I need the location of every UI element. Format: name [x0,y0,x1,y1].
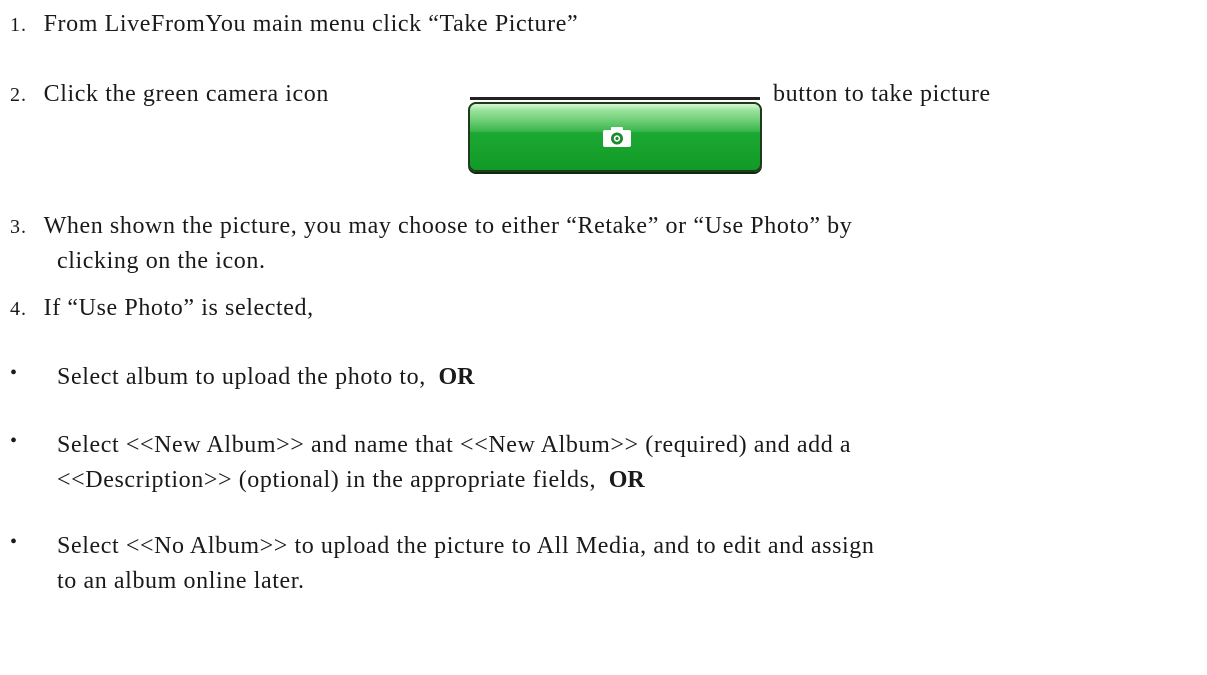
step-text-after: button to take picture [773,81,991,107]
step-3-cont: clicking on the icon. [57,246,266,276]
bullet-mark: • [10,531,18,553]
step-text: If “Use Photo” is selected, [43,295,314,321]
bullet-text-main: Select <<New Album>> and name that <<New… [57,432,852,458]
step-number: 2. [10,84,27,106]
bullet-text-line2: <<Description>> (optional) in the approp… [57,462,645,498]
bullet-mark: • [10,430,18,452]
bullet-mark: • [10,362,18,384]
camera-icon [603,127,631,147]
step-number: 1. [10,14,27,36]
step-1: 1. From LiveFromYou main menu click “Tak… [10,9,578,40]
camera-button-top-edge [470,97,760,100]
bullet-text-main: Select <<No Album>> to upload the pictur… [57,533,875,559]
green-camera-button[interactable] [468,102,762,172]
bullet-strong: OR [438,364,475,390]
step-2: 2. Click the green camera icon [10,79,329,110]
step-number: 4. [10,298,27,320]
step-text: From LiveFromYou main menu click “Take P… [43,11,579,37]
bullet-text-line1: Select <<No Album>> to upload the pictur… [57,528,874,564]
bullet-text-cont: to an album online later. [57,568,305,594]
step-text-line1: When shown the picture, you may choose t… [43,213,853,239]
bullet-text-cont: <<Description>> (optional) in the approp… [57,467,597,493]
step-2-after: button to take picture [773,79,991,109]
step-number: 3. [10,216,27,238]
bullet-text-line2: to an album online later. [57,563,305,599]
bullet-text: Select album to upload the photo to, OR [57,359,474,395]
step-text-before: Click the green camera icon [43,81,330,107]
step-text-line2: clicking on the icon. [57,248,266,274]
bullet-text-main: Select album to upload the photo to, [57,364,426,390]
step-4: 4. If “Use Photo” is selected, [10,293,314,324]
bullet-text-line1: Select <<New Album>> and name that <<New… [57,427,851,463]
bullet-strong: OR [608,467,645,493]
step-3: 3. When shown the picture, you may choos… [10,211,852,242]
